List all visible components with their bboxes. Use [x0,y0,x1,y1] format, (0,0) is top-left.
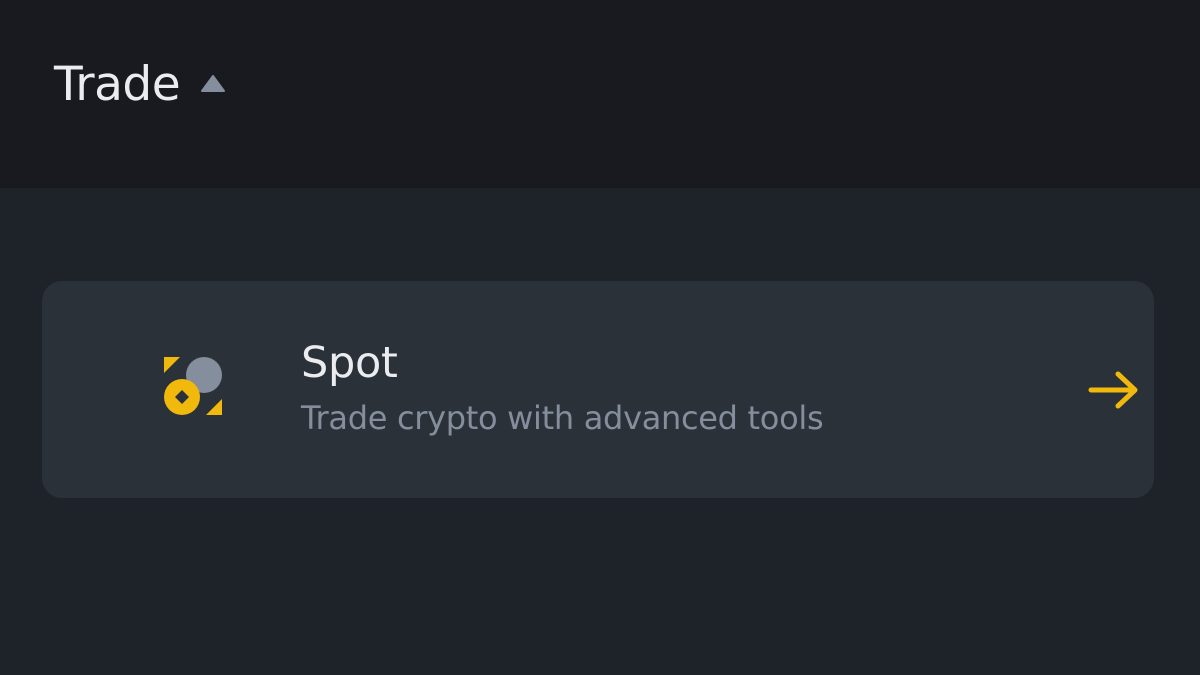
menu-content: Spot Trade crypto with advanced tools [0,188,1200,675]
spot-trading-icon [164,357,222,415]
arrow-right-icon [1088,371,1138,409]
trade-menu-toggle[interactable]: Trade [54,56,226,114]
spot-card-text: Spot Trade crypto with advanced tools [301,337,824,439]
caret-up-icon [201,75,226,92]
header-title: Trade [54,57,181,112]
spot-title: Spot [301,338,398,388]
spot-card[interactable]: Spot Trade crypto with advanced tools [42,281,1154,498]
top-header: Trade [0,0,1200,188]
spot-subtitle: Trade crypto with advanced tools [301,399,824,437]
